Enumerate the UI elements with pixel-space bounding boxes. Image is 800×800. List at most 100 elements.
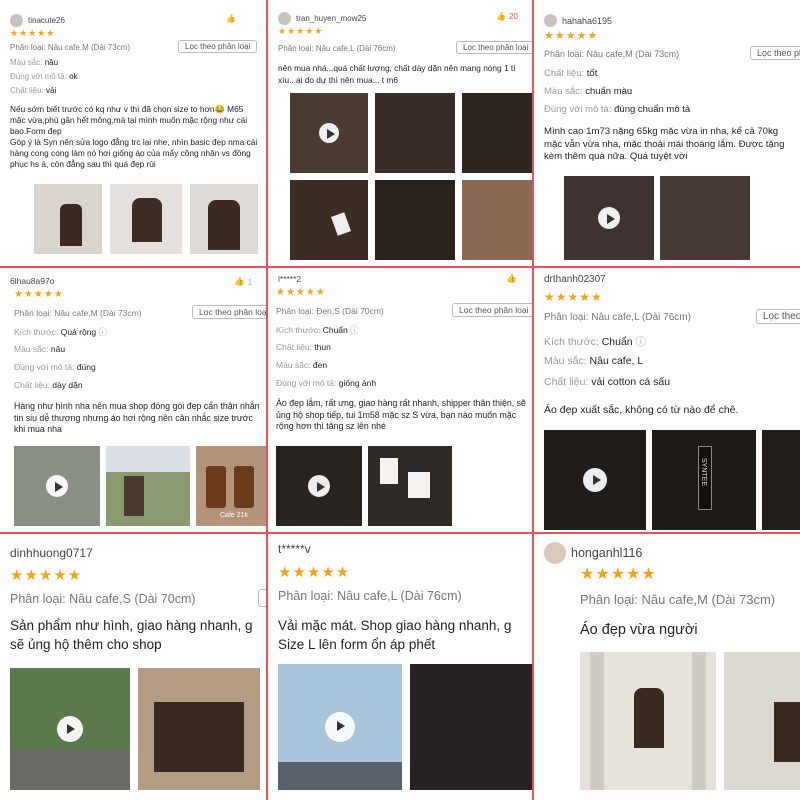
filter-button[interactable]: Lọc theo phân loại	[750, 46, 800, 60]
attr-color: Màu sắc: Nâu cafe, L	[544, 355, 644, 367]
info-icon[interactable]: ⓘ	[350, 325, 359, 335]
review-video[interactable]	[14, 446, 100, 526]
attr-match: Đúng với mô tả: giống ảnh	[276, 378, 377, 388]
rating-stars: ★★★★★	[10, 567, 83, 584]
play-icon	[325, 712, 355, 742]
review-text: nên mua nhá...quá chất lượng, chất dày d…	[278, 63, 516, 85]
variant-line: Phân loại: Nâu cafe,L (Dài 76cm)	[278, 44, 396, 53]
review-text: Vải mặc mát. Shop giao hàng nhanh, g Siz…	[278, 618, 512, 652]
filter-button[interactable]: Lọc theo phân loại	[452, 303, 532, 317]
attr-color: Màu sắc: nâu	[14, 344, 66, 354]
username[interactable]: drthanh02307	[544, 274, 606, 285]
review-photo[interactable]	[34, 184, 102, 254]
avatar[interactable]	[10, 14, 23, 27]
username[interactable]: tinacute26	[28, 16, 65, 25]
review-photo[interactable]	[762, 430, 800, 530]
username[interactable]: honganhl116	[571, 546, 642, 560]
review-header: honganhl116	[544, 542, 642, 564]
review-card-1: tinacute26 👍 ★★★★★ Phân loại: Nâu cafe,M…	[0, 0, 266, 266]
review-video[interactable]	[278, 664, 402, 790]
review-photo[interactable]	[580, 652, 716, 790]
username[interactable]: t*****v	[278, 542, 311, 556]
filter-button[interactable]: Lọc theo phân loại	[178, 40, 258, 53]
attr-match: Đúng với mô tả: ok	[10, 72, 78, 81]
attr-material: Chất liệu: vải cotton cá sấu	[544, 376, 671, 388]
filter-button[interactable]: Lọc theo phân loại	[756, 309, 800, 324]
rating-stars: ★★★★★	[544, 290, 603, 304]
variant-line: Phân loại: Nâu cafe,S (Dài 70cm)	[10, 592, 196, 606]
review-header: hahaha6195	[544, 14, 612, 27]
rating-stars: ★★★★★	[544, 30, 599, 42]
username[interactable]: hahaha6195	[562, 16, 612, 26]
review-photo[interactable]	[368, 446, 452, 526]
rating-stars: ★★★★★	[580, 566, 657, 583]
variant-line: Phân loại: Nâu cafe,M (Dài 73cm)	[580, 592, 776, 607]
review-photo[interactable]	[375, 93, 455, 173]
play-icon	[583, 468, 607, 492]
review-header: drthanh02307	[544, 274, 606, 285]
attr-material: Chất liệu: thun	[276, 342, 331, 352]
play-icon	[46, 475, 68, 497]
review-text: Mình cao 1m73 nặng 65kg mặc vừa in nha, …	[544, 126, 785, 162]
filter-button[interactable]: Lọc theo phân loại	[456, 41, 532, 54]
filter-button[interactable]	[258, 589, 266, 607]
review-header: l*****2	[278, 274, 301, 284]
review-photo[interactable]	[410, 664, 532, 790]
play-icon	[319, 123, 339, 143]
review-header: tinacute26	[10, 14, 65, 27]
avatar[interactable]	[544, 542, 566, 564]
review-video[interactable]	[10, 668, 130, 790]
review-card-3: hahaha6195 ★★★★★ Phân loại: Nâu cafe,M (…	[534, 0, 800, 266]
review-video[interactable]	[544, 430, 646, 530]
review-photo[interactable]	[724, 652, 800, 790]
review-photo[interactable]	[110, 184, 182, 254]
review-photo[interactable]	[106, 446, 190, 526]
review-text: Sản phẩm như hình, giao hàng nhanh, g sẽ…	[10, 618, 253, 652]
attr-material: Chất liệu: tốt	[544, 68, 598, 79]
review-text: Áo đẹp xuất sắc, không có từ nào để chê.	[544, 404, 739, 416]
review-header: 6lhau8a97o	[10, 276, 54, 286]
review-video[interactable]	[290, 93, 368, 173]
like-button[interactable]: 👍 1	[234, 276, 252, 287]
info-icon[interactable]: ⓘ	[636, 336, 647, 348]
review-photo[interactable]: Cafe 21k	[196, 446, 266, 526]
review-photo[interactable]	[190, 184, 258, 254]
review-card-4: 6lhau8a97o 👍 1 ★★★★★ Phân loại: Nâu cafe,…	[0, 268, 266, 532]
variant-line: Phân loại: Nâu cafe,L (Dài 76cm)	[544, 312, 691, 323]
username[interactable]: dinhhuong0717	[10, 546, 93, 560]
like-button[interactable]: 👍 20	[496, 12, 518, 21]
review-photo[interactable]	[138, 668, 260, 790]
avatar[interactable]	[278, 12, 291, 25]
review-text: Nếu sớm biết trước có kq như v thì đã ch…	[10, 104, 258, 169]
like-button[interactable]: 👍	[226, 14, 236, 23]
rating-stars: ★★★★★	[278, 26, 324, 36]
review-photo[interactable]	[660, 176, 750, 260]
rating-stars: ★★★★★	[276, 287, 326, 298]
review-photo[interactable]	[462, 93, 532, 173]
attr-color: Màu sắc: đen	[276, 360, 328, 370]
play-icon	[308, 475, 330, 497]
info-icon[interactable]: ⓘ	[99, 327, 108, 337]
like-button[interactable]: 👍	[506, 273, 517, 284]
review-photo[interactable]	[462, 180, 532, 260]
review-video[interactable]	[564, 176, 654, 260]
attr-size: Kích thước: Chuẩn ⓘ	[276, 325, 359, 335]
review-video[interactable]	[276, 446, 362, 526]
avatar[interactable]	[544, 14, 557, 27]
review-photo[interactable]	[290, 180, 368, 260]
username[interactable]: 6lhau8a97o	[10, 276, 54, 286]
review-card-9: honganhl116 ★★★★★ Phân loại: Nâu cafe,M …	[534, 534, 800, 800]
username[interactable]: tran_huyen_mow25	[296, 14, 366, 23]
review-photo[interactable]	[375, 180, 455, 260]
play-icon	[598, 207, 620, 229]
review-photo[interactable]: SYNTEE	[652, 430, 756, 530]
thumbs-up-icon: 👍	[226, 14, 236, 23]
thumbs-up-icon: 👍	[506, 273, 517, 283]
variant-line: Phân loại: Nâu cafe,M (Dài 73cm)	[544, 49, 680, 59]
username[interactable]: l*****2	[278, 274, 301, 284]
attr-size: Kích thước: Chuẩn ⓘ	[544, 336, 647, 348]
attr-material: Chất liệu: dày dặn	[14, 380, 83, 390]
filter-button[interactable]: Lọc theo phân loại	[192, 305, 266, 319]
photo-caption: SYNTEE	[700, 458, 707, 487]
variant-line: Phân loại: Nâu cafe,L (Dài 76cm)	[278, 589, 462, 603]
